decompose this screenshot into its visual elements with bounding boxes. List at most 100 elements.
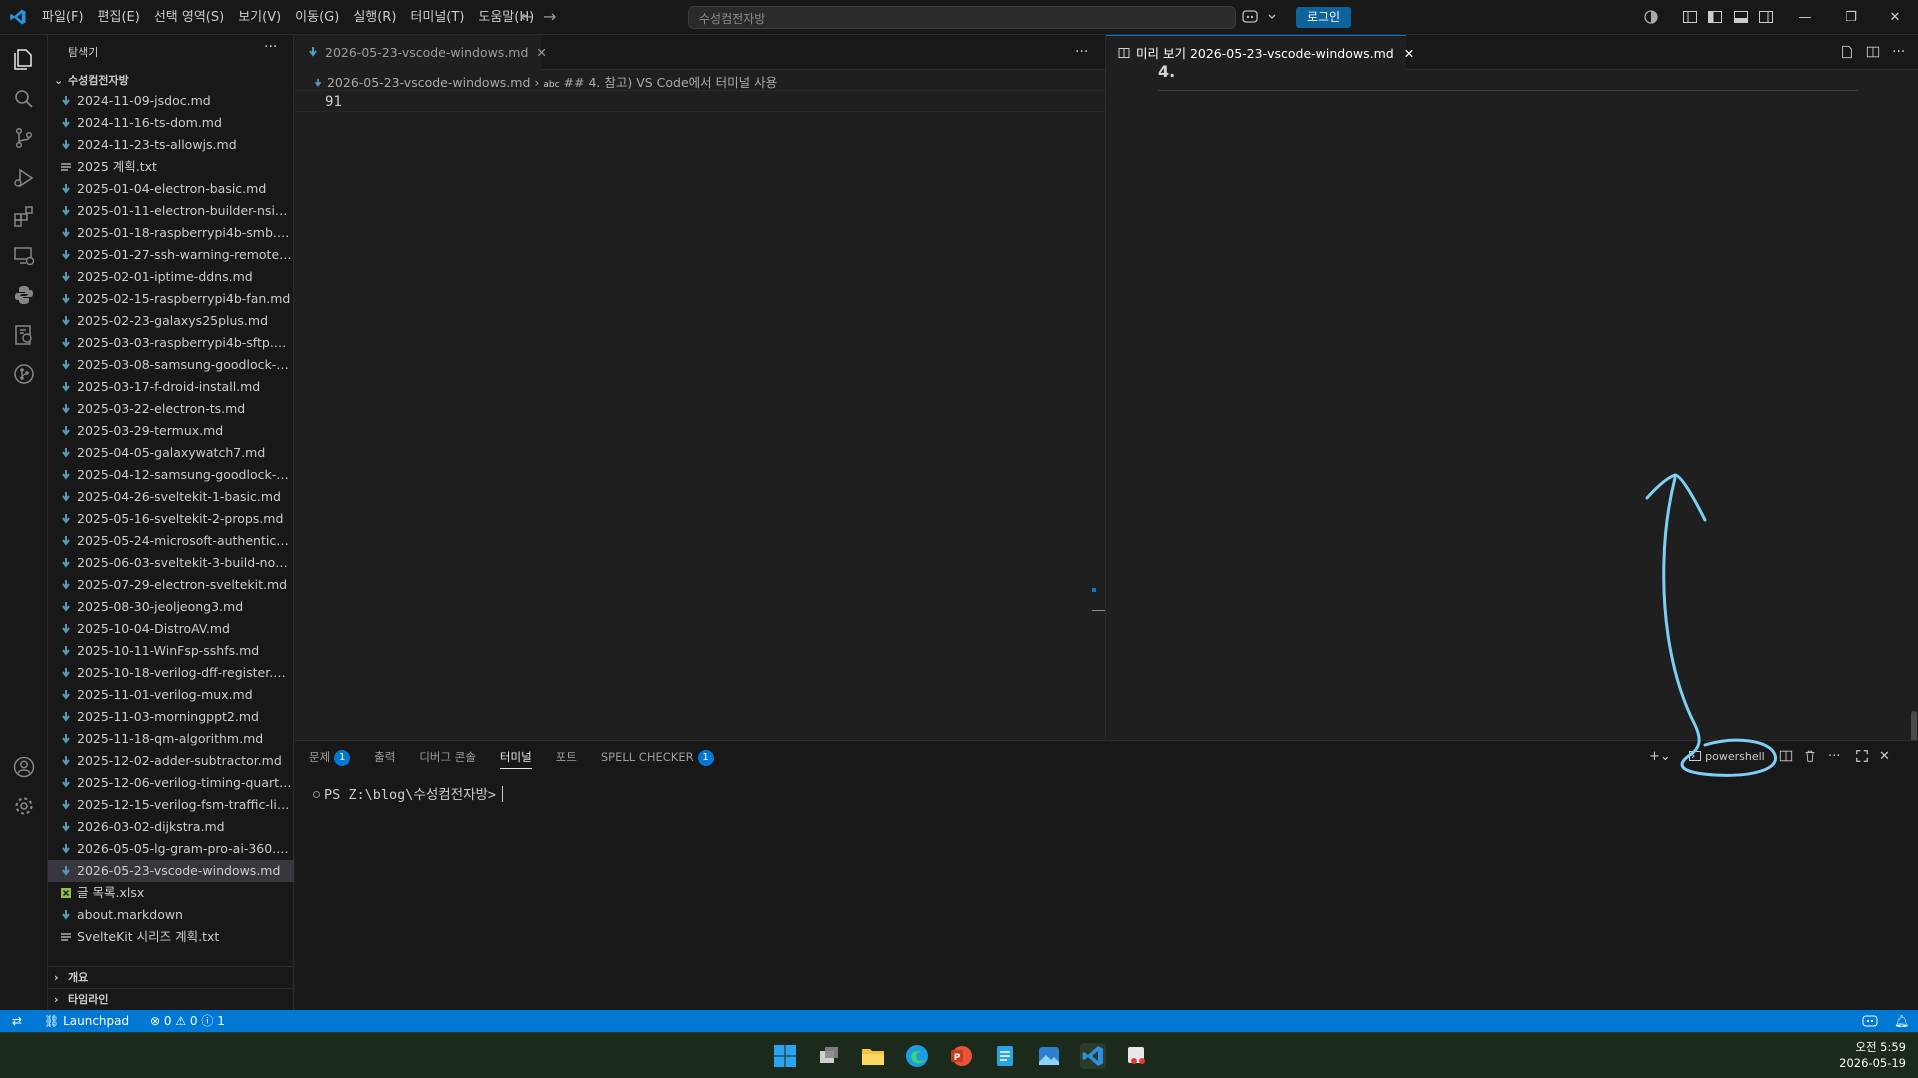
toggle-primary-sidebar-icon[interactable] — [1707, 9, 1723, 25]
file-tree-item[interactable]: 2025-05-24-microsoft-authenticato... — [48, 530, 294, 552]
file-tree-item[interactable]: 2026-03-02-dijkstra.md — [48, 816, 294, 838]
file-tree-item[interactable]: 2025-02-01-iptime-ddns.md — [48, 266, 294, 288]
accounts-circle-icon[interactable] — [1643, 9, 1659, 25]
toggle-secondary-sidebar-icon[interactable] — [1758, 9, 1774, 25]
close-panel-icon[interactable]: ✕ — [1879, 749, 1890, 765]
panel-tab[interactable]: 디버그 콘솔 — [419, 741, 476, 773]
file-tree-item[interactable]: 2025-11-03-morningppt2.md — [48, 706, 294, 728]
menu-item[interactable]: 선택 영역(S) — [147, 0, 231, 35]
panel-tab[interactable]: SPELL CHECKER 1 — [601, 741, 714, 773]
copilot-icon[interactable] — [1241, 8, 1283, 28]
new-terminal-plus-icon[interactable]: +⌄ — [1649, 749, 1671, 765]
file-tree-item[interactable]: 2025-10-11-WinFsp-sshfs.md — [48, 640, 294, 662]
file-tree-item[interactable]: 2024-11-16-ts-dom.md — [48, 112, 294, 134]
back-arrow-icon[interactable]: ← — [520, 8, 533, 26]
settings-gear-icon[interactable] — [12, 794, 36, 818]
forward-arrow-icon[interactable]: → — [543, 8, 556, 26]
timeline-section[interactable]: › 타임라인 — [48, 988, 294, 1010]
file-tree-item[interactable]: 2025-07-29-electron-sveltekit.md — [48, 574, 294, 596]
menu-item[interactable]: 파일(F) — [35, 0, 91, 35]
file-tree-item[interactable]: 글 목록.xlsx — [48, 882, 294, 904]
file-tree-item[interactable]: 2025-03-29-termux.md — [48, 420, 294, 442]
file-tree-item[interactable]: 2025-12-02-adder-subtractor.md — [48, 750, 294, 772]
menu-item[interactable]: 이동(G) — [288, 0, 346, 35]
edge-browser-icon[interactable] — [904, 1043, 930, 1069]
file-tree-item[interactable]: SvelteKit 시리즈 계획.txt — [48, 926, 294, 946]
search-icon[interactable] — [12, 87, 36, 111]
file-tree-item[interactable]: 2025-06-03-sveltekit-3-build-node.... — [48, 552, 294, 574]
customize-layout-icon[interactable] — [1682, 9, 1698, 25]
file-tree-item[interactable]: 2025-05-16-sveltekit-2-props.md — [48, 508, 294, 530]
menu-item[interactable]: 보기(V) — [231, 0, 288, 35]
file-tree-item[interactable]: 2025-04-12-samsung-goodlock-ca... — [48, 464, 294, 486]
split-terminal-icon[interactable] — [1779, 749, 1793, 763]
file-tree-item[interactable]: 2025-01-11-electron-builder-nsis.md — [48, 200, 294, 222]
panel-tab[interactable]: 터미널 — [499, 741, 532, 773]
terminal-shell-selector[interactable]: powershell — [1689, 749, 1765, 765]
file-tree-item[interactable]: 2025-08-30-jeoljeong3.md — [48, 596, 294, 618]
breadcrumb-symbol[interactable]: ## 4. 참고) VS Code에서 터미널 사용 — [564, 75, 778, 90]
more-actions-icon[interactable]: ··· — [264, 39, 277, 55]
panel-tab[interactable]: 출력 — [374, 741, 395, 773]
workspace-folder-header[interactable]: ⌄ 수성컴전자방 — [48, 71, 294, 91]
tab-markdown-file[interactable]: 2026-05-23-vscode-windows.md ✕ — [295, 35, 547, 70]
remote-explorer-icon[interactable] — [12, 244, 36, 268]
panel-tab[interactable]: 문제 1 — [309, 741, 351, 773]
restore-button[interactable]: ❐ — [1828, 0, 1874, 35]
file-tree-item[interactable]: 2025-01-18-raspberrypi4b-smb.md — [48, 222, 294, 244]
open-source-icon[interactable] — [1840, 45, 1854, 59]
file-tree-item[interactable]: 2025-11-01-verilog-mux.md — [48, 684, 294, 706]
preview-more-actions-icon[interactable]: ··· — [1892, 44, 1905, 60]
git-graph-icon[interactable] — [12, 362, 36, 386]
preview-close-icon[interactable]: ✕ — [1404, 46, 1414, 61]
file-tree-item[interactable]: 2024-11-09-jsdoc.md — [48, 90, 294, 112]
task-view-icon[interactable] — [816, 1043, 842, 1069]
command-center-search[interactable]: 수성컴전자방 — [688, 6, 1236, 29]
panel-more-actions-icon[interactable]: ··· — [1828, 749, 1840, 765]
run-debug-icon[interactable] — [12, 166, 36, 190]
file-tree-item[interactable]: 2025-11-18-qm-algorithm.md — [48, 728, 294, 750]
tab-close-icon[interactable]: ✕ — [536, 45, 546, 60]
terminal-output[interactable]: PS Z:\blog\수성컴전자방> — [313, 783, 504, 803]
menu-item[interactable]: 실행(R) — [346, 0, 403, 35]
file-tree-item[interactable]: 2025-01-04-electron-basic.md — [48, 178, 294, 200]
menu-item[interactable]: 터미널(T) — [403, 0, 471, 35]
file-tree-item[interactable]: 2025-04-26-sveltekit-1-basic.md — [48, 486, 294, 508]
testing-icon[interactable] — [12, 323, 36, 347]
launchpad-status[interactable]: ⛓ Launchpad — [44, 1010, 129, 1032]
minimize-button[interactable]: — — [1782, 0, 1828, 35]
explorer-icon[interactable] — [12, 47, 36, 71]
tab-preview[interactable]: 미리 보기 2026-05-23-vscode-windows.md ✕ — [1106, 35, 1414, 70]
file-tree-item[interactable]: 2025-02-15-raspberrypi4b-fan.md — [48, 288, 294, 310]
file-tree-item[interactable]: 2025-03-17-f-droid-install.md — [48, 376, 294, 398]
close-window-button[interactable]: ✕ — [1872, 0, 1918, 35]
system-clock[interactable]: 오전 5:59 2026-05-19 — [1839, 1039, 1906, 1071]
maximize-panel-icon[interactable] — [1855, 749, 1869, 763]
source-control-icon[interactable] — [12, 126, 36, 150]
file-tree-item[interactable]: 2025-03-03-raspberrypi4b-sftp.md — [48, 332, 294, 354]
file-tree-item[interactable]: 2026-05-23-vscode-windows.md — [48, 860, 294, 882]
remote-indicator-icon[interactable]: ⇄ — [0, 1010, 34, 1032]
vscode-taskbar-icon[interactable] — [1080, 1043, 1106, 1069]
notepad-icon[interactable] — [992, 1043, 1018, 1069]
notifications-bell-icon[interactable]: 🔔︎ — [1894, 1010, 1909, 1032]
snipping-tool-icon[interactable] — [1124, 1043, 1150, 1069]
python-icon[interactable] — [12, 283, 36, 307]
extensions-icon[interactable] — [12, 205, 36, 229]
file-tree-item[interactable]: about.markdown — [48, 904, 294, 926]
file-tree-item[interactable]: 2025-02-23-galaxys25plus.md — [48, 310, 294, 332]
copilot-status-icon[interactable] — [1862, 1014, 1878, 1028]
file-tree-item[interactable]: 2025-10-18-verilog-dff-register.md — [48, 662, 294, 684]
file-tree-item[interactable]: 2025-04-05-galaxywatch7.md — [48, 442, 294, 464]
login-button[interactable]: 로그인 — [1296, 7, 1351, 28]
file-tree-item[interactable]: 2025-12-15-verilog-fsm-traffic-light... — [48, 794, 294, 816]
file-tree-item[interactable]: 2025 계획.txt — [48, 156, 294, 178]
split-editor-icon[interactable] — [1866, 45, 1880, 59]
powerpoint-icon[interactable]: P — [948, 1043, 974, 1069]
file-tree-item[interactable]: 2025-12-06-verilog-timing-quartus.... — [48, 772, 294, 794]
file-tree-item[interactable]: 2025-03-08-samsung-goodlock-mu... — [48, 354, 294, 376]
terminal-scrollbar[interactable] — [1907, 781, 1913, 1001]
panel-tab[interactable]: 포트 — [556, 741, 577, 773]
toggle-panel-icon[interactable] — [1733, 9, 1749, 25]
file-tree-item[interactable]: 2025-03-22-electron-ts.md — [48, 398, 294, 420]
